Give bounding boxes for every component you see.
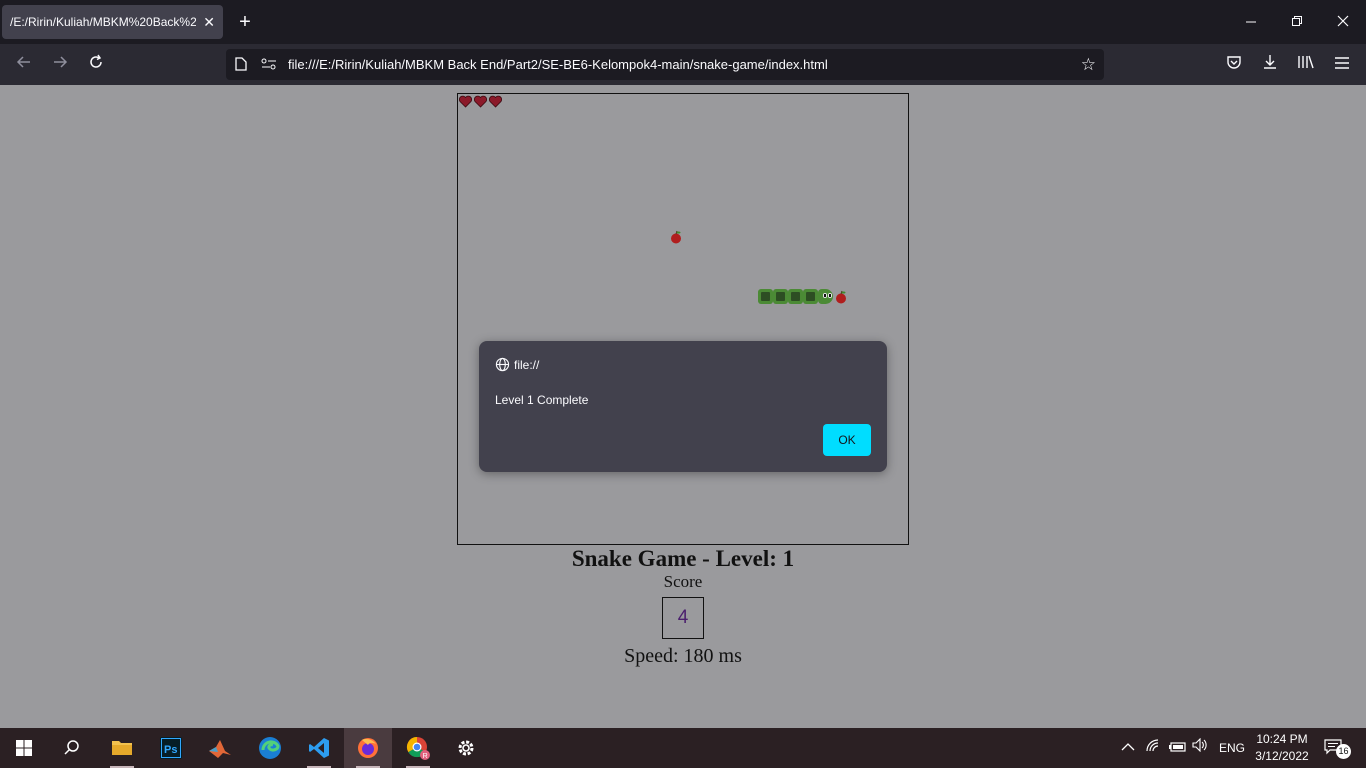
- restore-button[interactable]: [1274, 0, 1320, 44]
- taskbar-chrome[interactable]: R: [394, 728, 442, 768]
- chrome-icon: R: [406, 736, 430, 760]
- snake-eye: [828, 293, 832, 298]
- pocket-icon: [1227, 56, 1241, 69]
- gear-icon: [458, 740, 474, 756]
- close-icon: [1337, 15, 1349, 27]
- taskbar-file-explorer[interactable]: [98, 728, 146, 768]
- snake-body-segment: [803, 289, 818, 304]
- game-title: Snake Game - Level: 1: [571, 546, 795, 571]
- score-value: 4: [662, 597, 704, 639]
- reload-icon: [90, 54, 102, 68]
- menu-button[interactable]: [1329, 52, 1355, 78]
- clock-time: 10:24 PM: [1256, 732, 1308, 746]
- system-clock[interactable]: 10:24 PM 3/12/2022: [1250, 731, 1314, 765]
- tab-bar: /E:/Ririn/Kuliah/MBKM%20Back%20End/Part2…: [0, 0, 1366, 44]
- taskbar-edge[interactable]: [246, 728, 294, 768]
- tab-close-icon[interactable]: ✕: [203, 5, 215, 39]
- notification-badge: 16: [1336, 744, 1351, 759]
- input-language[interactable]: ENG: [1219, 728, 1245, 768]
- heart-icon: [489, 95, 502, 108]
- wifi-status[interactable]: [1145, 728, 1161, 768]
- forward-button[interactable]: [47, 52, 73, 78]
- volume-status[interactable]: [1192, 728, 1208, 768]
- vscode-icon: [309, 738, 329, 758]
- apple-food-icon: [836, 290, 846, 304]
- search-icon: [64, 740, 79, 755]
- heart-icon: [459, 95, 472, 108]
- photoshop-icon: Ps: [160, 737, 182, 759]
- battery-icon: [1169, 742, 1186, 752]
- taskbar-firefox[interactable]: [344, 728, 392, 768]
- url-text: file:///E:/Ririn/Kuliah/MBKM Back End/Pa…: [288, 57, 828, 72]
- windows-taskbar: Ps R ENG 10:24 PM 3/12/2022 16: [0, 728, 1366, 768]
- arrow-right-icon: [54, 56, 68, 68]
- reload-button[interactable]: [83, 52, 109, 78]
- minimize-icon: [1245, 21, 1256, 23]
- taskbar-settings[interactable]: [442, 728, 490, 768]
- pocket-button[interactable]: [1221, 52, 1247, 78]
- globe-icon: [495, 357, 510, 372]
- notification-center-button[interactable]: 16: [1324, 728, 1351, 768]
- download-icon: [1264, 55, 1276, 69]
- score-label: Score: [663, 572, 703, 591]
- hamburger-menu-icon: [1335, 57, 1349, 69]
- minimize-button[interactable]: [1228, 0, 1274, 44]
- svg-text:R: R: [423, 753, 428, 760]
- start-button[interactable]: [0, 728, 48, 768]
- heart-icon: [474, 95, 487, 108]
- restore-icon: [1291, 16, 1302, 26]
- svg-text:Ps: Ps: [164, 744, 177, 756]
- dialog-origin-text: file://: [514, 358, 540, 372]
- back-button[interactable]: [11, 52, 37, 78]
- taskbar-photoshop[interactable]: Ps: [147, 728, 195, 768]
- firefox-icon: [358, 738, 378, 758]
- bookmark-star-icon[interactable]: ☆: [1081, 49, 1096, 80]
- navigation-bar: file:///E:/Ririn/Kuliah/MBKM Back End/Pa…: [0, 44, 1366, 85]
- library-button[interactable]: [1293, 52, 1319, 78]
- library-icon: [1298, 55, 1314, 69]
- wifi-icon: [1146, 739, 1159, 752]
- show-hidden-icons-button[interactable]: [1121, 728, 1135, 768]
- game-canvas[interactable]: [457, 93, 909, 545]
- apple-food-icon: [671, 230, 681, 244]
- ok-button[interactable]: OK: [823, 424, 871, 456]
- snake-body-segment: [788, 289, 803, 304]
- alert-dialog: file:// Level 1 Complete OK: [479, 341, 887, 472]
- arrow-left-icon: [16, 56, 30, 68]
- new-tab-button[interactable]: +: [234, 8, 256, 36]
- close-window-button[interactable]: [1320, 0, 1366, 44]
- dialog-message: Level 1 Complete: [495, 393, 589, 407]
- taskbar-vscode[interactable]: [295, 728, 343, 768]
- snake-head: [818, 289, 833, 304]
- browser-tab[interactable]: /E:/Ririn/Kuliah/MBKM%20Back%20End/Part2…: [2, 5, 223, 39]
- folder-icon: [112, 741, 132, 755]
- page-icon: [235, 49, 247, 80]
- tab-title: /E:/Ririn/Kuliah/MBKM%20Back%20End/Part2…: [10, 15, 196, 29]
- edge-icon: [259, 737, 281, 759]
- clock-date: 3/12/2022: [1255, 749, 1309, 763]
- speed-text: Speed: 180 ms: [624, 645, 742, 667]
- speaker-icon: [1192, 737, 1207, 753]
- snake-body-segment: [758, 289, 773, 304]
- dialog-origin: file://: [495, 357, 539, 373]
- downloads-button[interactable]: [1257, 52, 1283, 78]
- address-bar[interactable]: file:///E:/Ririn/Kuliah/MBKM Back End/Pa…: [226, 49, 1104, 80]
- permissions-icon[interactable]: [261, 49, 277, 80]
- matlab-icon: [209, 740, 231, 758]
- windows-logo-icon: [16, 740, 32, 756]
- snake-eye: [823, 293, 827, 298]
- taskbar-search-button[interactable]: [48, 728, 96, 768]
- taskbar-matlab[interactable]: [196, 728, 244, 768]
- chevron-up-icon: [1121, 743, 1135, 751]
- snake-body-segment: [773, 289, 788, 304]
- battery-status[interactable]: [1169, 728, 1187, 768]
